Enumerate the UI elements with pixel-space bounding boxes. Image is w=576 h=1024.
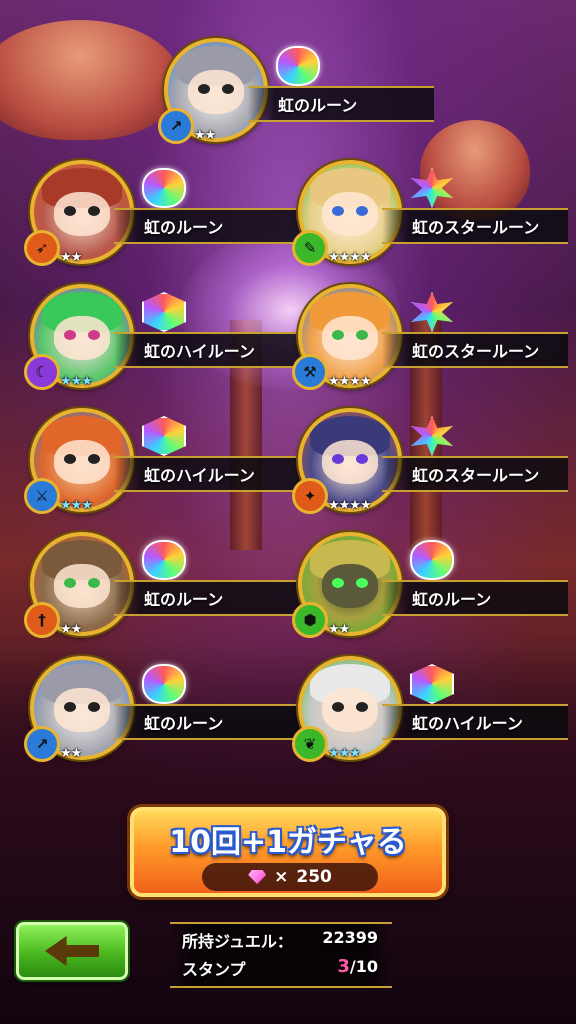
water-icon: ⚔ <box>24 478 60 514</box>
gacha-cost: × 250 <box>202 863 378 891</box>
rune-name: 虹のスタールーン <box>382 456 568 492</box>
rarity-stars: ★★ <box>60 746 82 761</box>
rainbow-high-rune-icon <box>142 416 186 456</box>
cost-multiplier: × <box>274 867 289 887</box>
jewel-value: 22399 <box>322 928 378 947</box>
dark-icon: ☾ <box>24 354 60 390</box>
rune-name: 虹のルーン <box>248 86 434 122</box>
rune-name: 虹のハイルーン <box>114 456 300 492</box>
water-icon: ⚒ <box>292 354 328 390</box>
reward-card[interactable]: ⚒ ★★★★ 虹のスタールーン <box>292 284 568 404</box>
player-info-panel: 所持ジュエル： 22399 スタンプ 3/10 <box>170 922 392 988</box>
reward-card[interactable]: ↗ ★★ 虹のルーン <box>24 656 300 776</box>
rune-name: 虹のルーン <box>114 704 300 740</box>
rainbow-rune-icon <box>142 664 186 704</box>
rarity-stars: ★★ <box>328 622 350 637</box>
rune-name: 虹のルーン <box>114 208 300 244</box>
rune-name: 虹のスタールーン <box>382 208 568 244</box>
reward-card[interactable]: ↗ ★★ 虹のルーン <box>158 38 434 158</box>
rarity-stars: ★★★★ <box>328 498 372 513</box>
jewel-label: 所持ジュエル： <box>182 932 293 951</box>
fire-icon: ➶ <box>24 230 60 266</box>
gacha-button-label: 10回+1ガチャる <box>169 825 407 860</box>
hanging-lamp-left <box>0 20 180 140</box>
wood-icon: ✎ <box>292 230 328 266</box>
stamp-label: スタンプ <box>182 960 246 979</box>
jewel-count-row: 所持ジュエル： 22399 <box>182 928 384 954</box>
rune-name: 虹のルーン <box>382 580 568 616</box>
stamp-row: スタンプ 3/10 <box>182 956 384 982</box>
rune-name: 虹のハイルーン <box>114 332 300 368</box>
wood-icon: ⬢ <box>292 602 328 638</box>
rarity-stars: ★★ <box>60 250 82 265</box>
wind-icon: ↗ <box>158 108 194 144</box>
reward-card[interactable]: ✎ ★★★★ 虹のスタールーン <box>292 160 568 280</box>
rarity-stars: ★★ <box>194 128 216 143</box>
rarity-stars: ★★★★ <box>328 374 372 389</box>
arrow-left-icon <box>45 936 99 966</box>
rarity-stars: ★★★★ <box>328 250 372 265</box>
rarity-stars: ★★★ <box>60 498 93 513</box>
reward-card[interactable]: ✦ ★★★★ 虹のスタールーン <box>292 408 568 528</box>
reward-card[interactable]: ⚔ ★★★ 虹のハイルーン <box>24 408 300 528</box>
rainbow-high-rune-icon <box>142 292 186 332</box>
wood-icon: ❦ <box>292 726 328 762</box>
rarity-stars: ★★★ <box>60 374 93 389</box>
back-button[interactable] <box>16 922 128 980</box>
fire-icon: † <box>24 602 60 638</box>
stamp-total: /10 <box>349 957 378 976</box>
rainbow-star-rune-icon <box>410 292 454 332</box>
rainbow-high-rune-icon <box>410 664 454 704</box>
reward-card[interactable]: ⬢ ★★ 虹のルーン <box>292 532 568 652</box>
cost-value: 250 <box>296 867 332 887</box>
reward-card[interactable]: ➶ ★★ 虹のルーン <box>24 160 300 280</box>
rune-name: 虹のルーン <box>114 580 300 616</box>
rainbow-star-rune-icon <box>410 416 454 456</box>
stamp-current: 3 <box>337 956 350 977</box>
rarity-stars: ★★ <box>60 622 82 637</box>
rainbow-rune-icon <box>276 46 320 86</box>
rarity-stars: ★★★ <box>328 746 361 761</box>
rainbow-rune-icon <box>142 168 186 208</box>
rune-name: 虹のハイルーン <box>382 704 568 740</box>
gacha-10plus1-button[interactable]: 10回+1ガチャる × 250 <box>130 807 446 897</box>
fire-icon: ✦ <box>292 478 328 514</box>
water-icon: ↗ <box>24 726 60 762</box>
rainbow-star-rune-icon <box>410 168 454 208</box>
reward-card[interactable]: ☾ ★★★ 虹のハイルーン <box>24 284 300 404</box>
reward-card[interactable]: † ★★ 虹のルーン <box>24 532 300 652</box>
rainbow-rune-icon <box>142 540 186 580</box>
reward-card[interactable]: ❦ ★★★ 虹のハイルーン <box>292 656 568 776</box>
stamp-progress: 3/10 <box>337 956 378 977</box>
gacha-result-screen: ↗ ★★ 虹のルーン ➶ ★★ 虹のルーン ☾ ★★★ 虹のハイルーン ⚔ ★★… <box>0 0 576 1024</box>
rainbow-rune-icon <box>410 540 454 580</box>
jewel-icon <box>248 870 267 884</box>
rune-name: 虹のスタールーン <box>382 332 568 368</box>
